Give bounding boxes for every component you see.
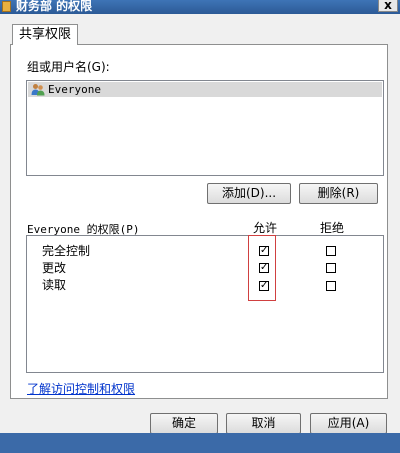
close-button[interactable]: x xyxy=(378,0,398,12)
title-bar: 财务部 的权限 x xyxy=(0,0,400,14)
deny-full-control-checkbox[interactable] xyxy=(326,246,336,256)
group-users-list[interactable]: Everyone xyxy=(26,80,384,176)
folder-icon xyxy=(2,1,11,12)
allow-full-control-checkbox[interactable]: ✓ xyxy=(259,246,269,256)
learn-access-control-link[interactable]: 了解访问控制和权限 xyxy=(27,380,135,397)
group-users-label: 组或用户名(G): xyxy=(27,60,110,74)
deny-header: 拒绝 xyxy=(320,221,345,235)
check-icon: ✓ xyxy=(260,262,269,273)
apply-button[interactable]: 应用(A) xyxy=(310,413,387,434)
deny-read-checkbox[interactable] xyxy=(326,281,336,291)
permission-change: 更改 xyxy=(42,261,67,275)
users-icon xyxy=(31,84,45,96)
tab-share-permissions[interactable]: 共享权限 xyxy=(12,24,79,45)
check-icon: ✓ xyxy=(260,280,269,291)
ok-button[interactable]: 确定 xyxy=(150,413,218,434)
allow-read-checkbox[interactable]: ✓ xyxy=(259,281,269,291)
remove-button[interactable]: 删除(R) xyxy=(299,183,378,204)
list-item-label: Everyone xyxy=(48,83,101,96)
cancel-button[interactable]: 取消 xyxy=(226,413,301,434)
add-button[interactable]: 添加(D)... xyxy=(207,183,291,204)
permission-read: 读取 xyxy=(42,278,67,292)
deny-change-checkbox[interactable] xyxy=(326,263,336,273)
allow-header: 允许 xyxy=(253,221,278,235)
check-icon: ✓ xyxy=(260,245,269,256)
list-item-everyone[interactable]: Everyone xyxy=(28,82,382,97)
permission-full-control: 完全控制 xyxy=(42,244,91,258)
window-title: 财务部 的权限 xyxy=(16,0,93,13)
taskbar-strip xyxy=(0,433,400,453)
allow-change-checkbox[interactable]: ✓ xyxy=(259,263,269,273)
